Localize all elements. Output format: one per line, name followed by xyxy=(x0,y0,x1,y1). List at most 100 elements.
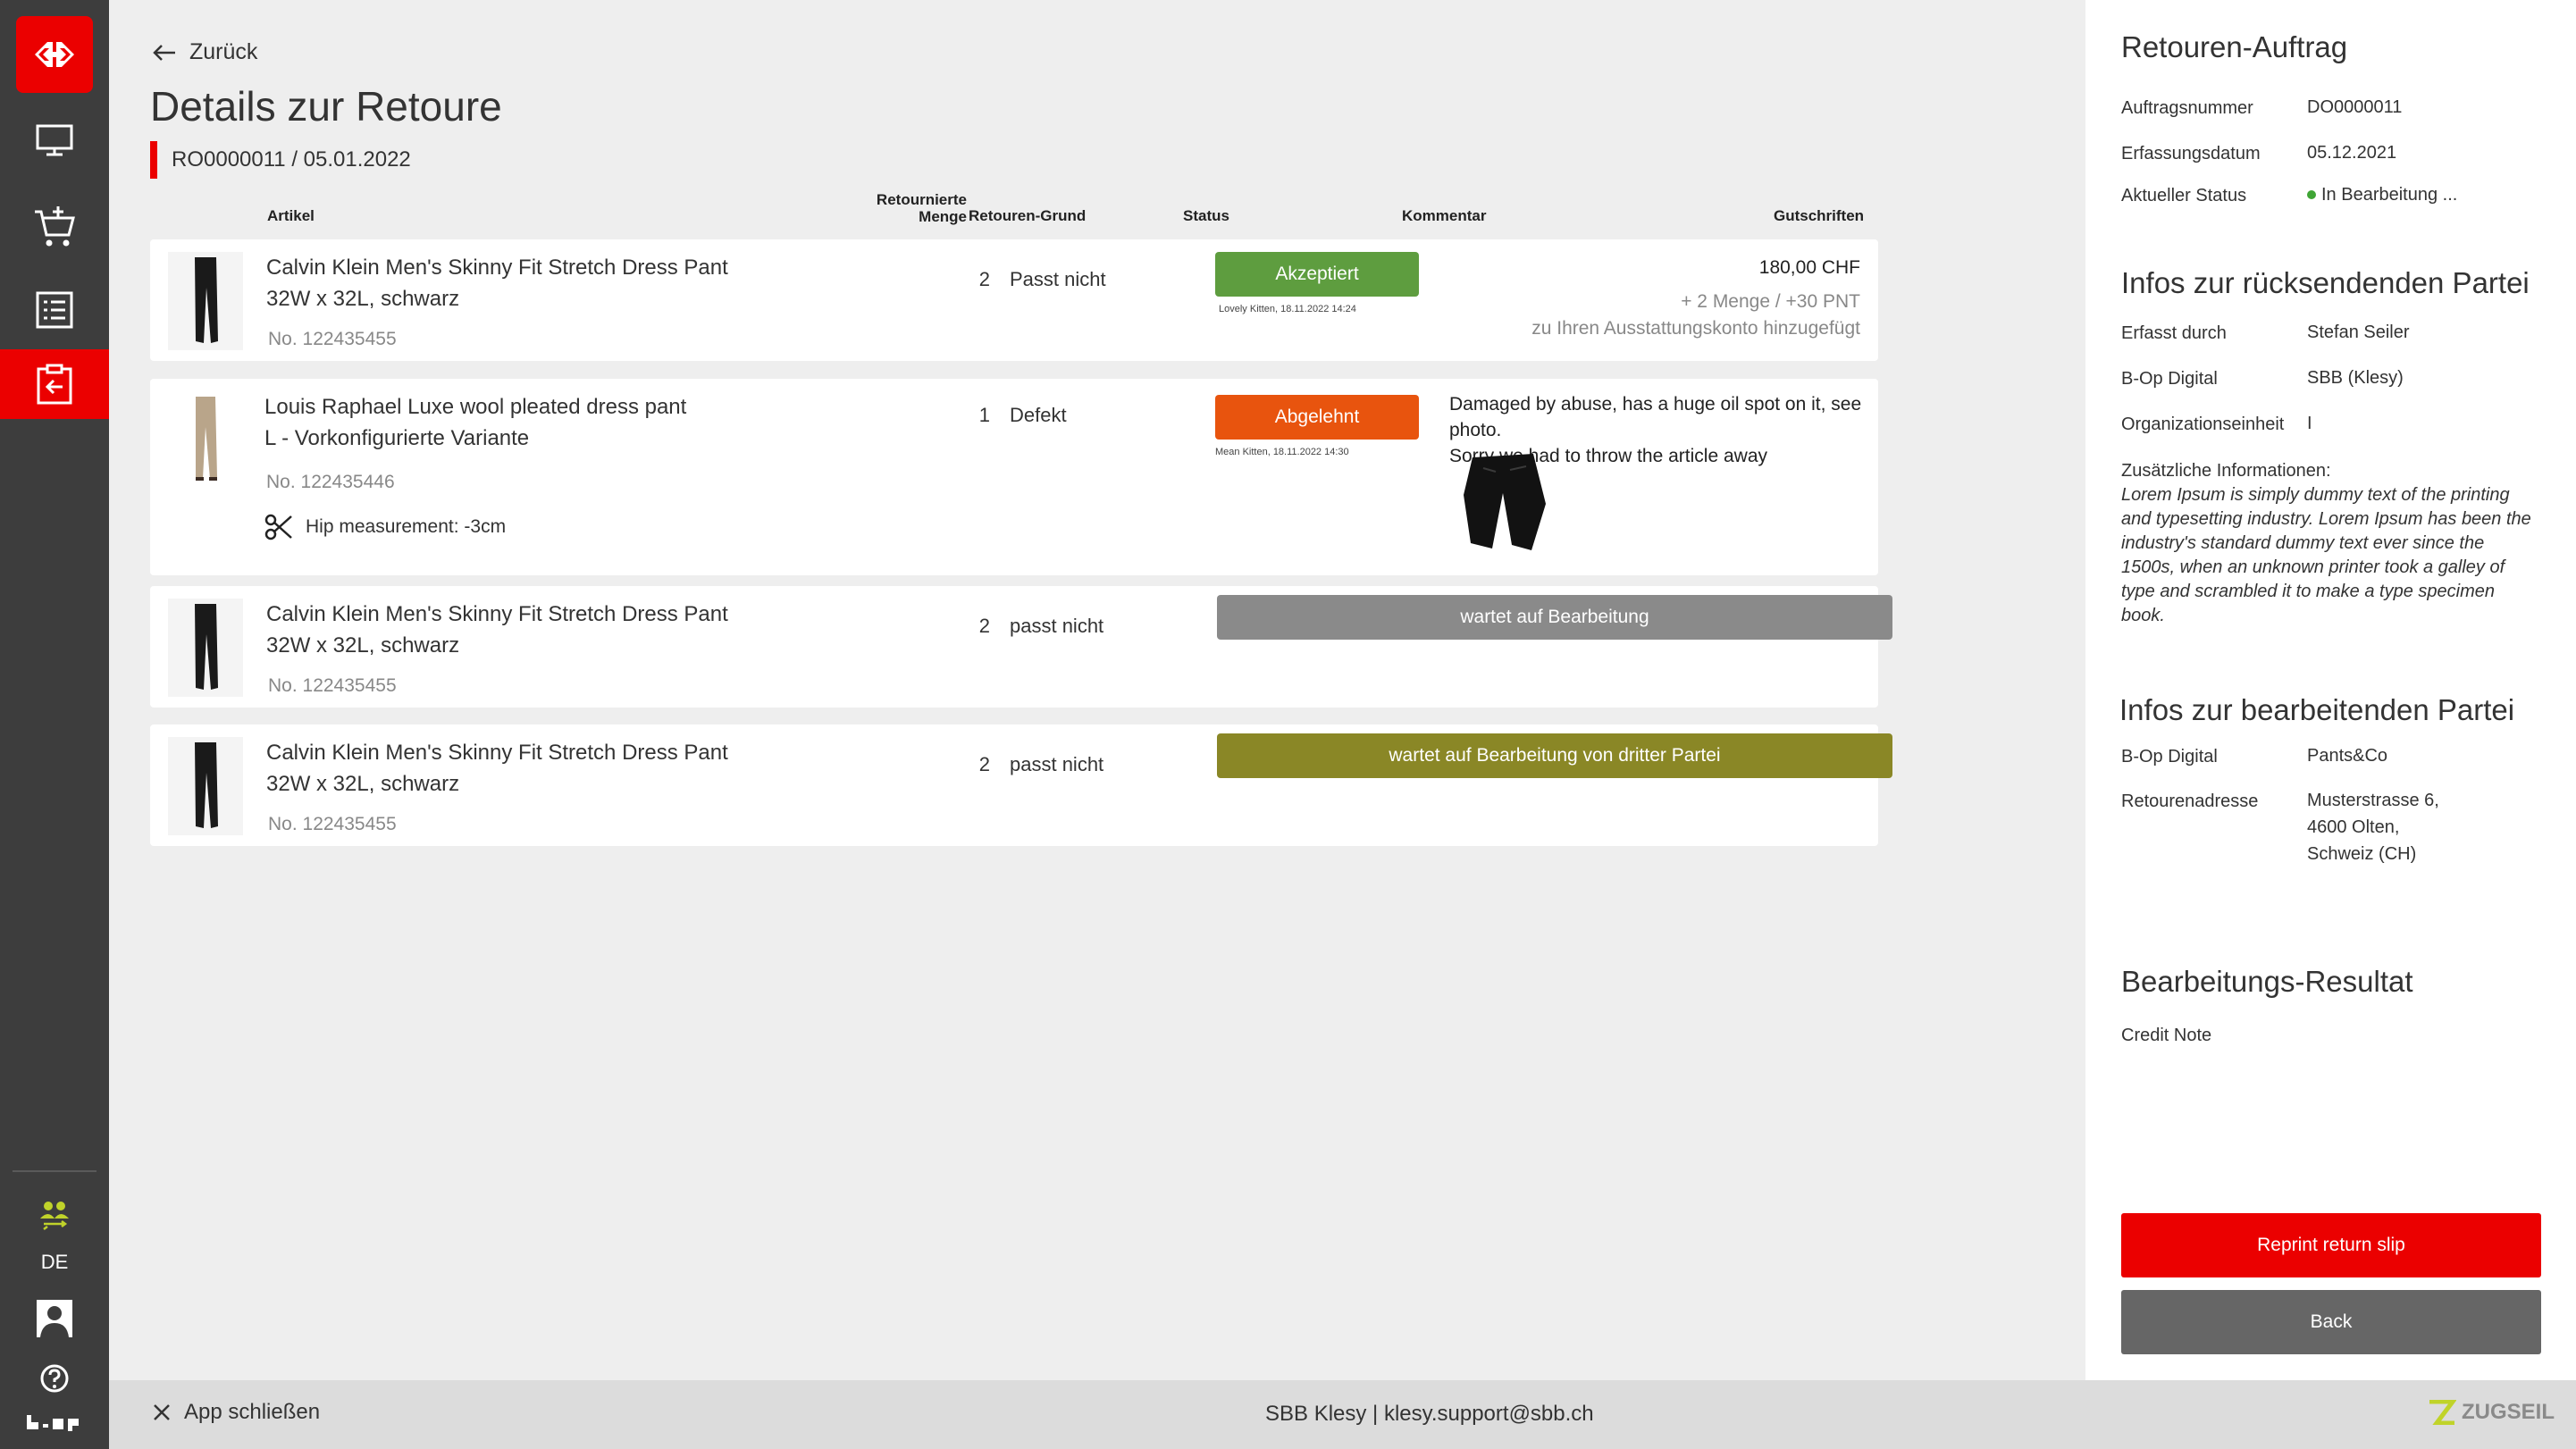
sbb-logo-icon xyxy=(35,42,74,67)
col-header-artikel: Artikel xyxy=(267,207,315,224)
bop-label: B-Op Digital xyxy=(2121,369,2218,389)
address-line: Schweiz (CH) xyxy=(2307,844,2417,864)
status-badge-rejected[interactable]: Abgelehnt xyxy=(1215,395,1419,440)
cart-plus-icon xyxy=(35,206,75,247)
sender-heading: Infos zur rücksendenden Partei xyxy=(2121,266,2530,299)
close-icon xyxy=(154,1404,170,1420)
status-meta: Lovely Kitten, 18.11.2022 14:24 xyxy=(1219,304,1356,314)
status-label: Aktueller Status xyxy=(2121,186,2247,205)
sidebar: DE xyxy=(0,0,109,1449)
table-row[interactable]: Calvin Klein Men's Skinny Fit Stretch Dr… xyxy=(150,239,1878,361)
table-row[interactable]: Calvin Klein Men's Skinny Fit Stretch Dr… xyxy=(150,724,1892,846)
address-line: 4600 Olten, xyxy=(2307,817,2400,837)
alteration-info: Hip measurement: -3cm xyxy=(264,513,506,541)
black-pants-image xyxy=(168,737,243,835)
current-status: In Bearbeitung ... xyxy=(2307,181,2457,208)
comment-photo[interactable] xyxy=(1456,450,1555,557)
return-reason: Defekt xyxy=(1010,404,1067,426)
footer: App schließen SBB Klesy | klesy.support@… xyxy=(109,1380,2576,1449)
org-value: I xyxy=(2307,414,2312,433)
help-icon xyxy=(40,1364,69,1393)
col-header-kommentar: Kommentar xyxy=(1402,207,1487,224)
brand-name: ZUGSEIL xyxy=(2461,1400,2555,1424)
team-switch-icon xyxy=(40,1202,69,1230)
sbb-logo[interactable] xyxy=(16,16,93,93)
proc-bop-value: Pants&Co xyxy=(2307,746,2388,766)
current-status-text: In Bearbeitung ... xyxy=(2321,185,2458,205)
return-reason: passt nicht xyxy=(1010,615,1104,637)
result-heading: Bearbeitungs-Resultat xyxy=(2121,965,2413,998)
col-header-menge-line1: Retournierte xyxy=(876,191,967,208)
order-number: DO0000011 xyxy=(2307,97,2403,117)
zugseil-logo: ZUGSEIL xyxy=(2428,1400,2555,1425)
col-header-menge-line2: Menge xyxy=(919,208,967,225)
nav-team-switch[interactable] xyxy=(0,1179,109,1251)
article-name: Calvin Klein Men's Skinny Fit Stretch Dr… xyxy=(266,602,728,626)
order-heading: Retouren-Auftrag xyxy=(2121,30,2348,63)
article-number: No. 122435455 xyxy=(268,329,397,349)
order-details-panel: Retouren-Auftrag Auftragsnummer DO000001… xyxy=(2085,0,2576,1380)
bop-value: SBB (Klesy) xyxy=(2307,368,2404,388)
created-label: Erfassungsdatum xyxy=(2121,144,2261,163)
article-number: No. 122435455 xyxy=(268,814,397,834)
processor-heading: Infos zur bearbeitenden Partei xyxy=(2119,693,2515,726)
nav-dashboard[interactable] xyxy=(0,105,109,175)
extra-info-label: Zusätzliche Informationen: xyxy=(2121,461,2331,481)
nav-add-to-cart[interactable] xyxy=(0,193,109,263)
close-app-button[interactable]: App schließen xyxy=(152,1400,320,1425)
nav-orders[interactable] xyxy=(0,275,109,345)
return-reason: Passt nicht xyxy=(1010,268,1106,290)
result-value: Credit Note xyxy=(2121,1026,2212,1045)
table-row[interactable]: Louis Raphael Luxe wool pleated dress pa… xyxy=(150,379,1878,575)
sidebar-divider xyxy=(13,1170,96,1172)
status-badge-waiting[interactable]: wartet auf Bearbeitung xyxy=(1217,595,1892,640)
list-icon xyxy=(36,291,73,329)
black-pants-image xyxy=(168,599,243,697)
reprint-return-slip-button[interactable]: Reprint return slip xyxy=(2121,1213,2541,1277)
col-header-gutschriften: Gutschriften xyxy=(1774,207,1865,224)
article-name: Calvin Klein Men's Skinny Fit Stretch Dr… xyxy=(266,255,728,280)
product-image xyxy=(168,252,243,350)
back-link[interactable]: Zurück xyxy=(152,39,257,65)
table-row[interactable]: Calvin Klein Men's Skinny Fit Stretch Dr… xyxy=(150,586,1892,708)
status-dot-icon xyxy=(2307,190,2316,199)
extra-info: Zusätzliche Informationen: Lorem Ipsum i… xyxy=(2121,459,2541,628)
language-selector[interactable]: DE xyxy=(0,1251,109,1274)
main-content: Zurück Details zur Retoure RO0000011 / 0… xyxy=(109,0,2085,1380)
bop-logo-icon xyxy=(27,1415,79,1431)
article-variant: 32W x 32L, schwarz xyxy=(266,287,460,311)
returned-qty: 2 xyxy=(978,268,990,290)
black-pants-image xyxy=(168,252,243,350)
proc-bop-label: B-Op Digital xyxy=(2121,747,2218,766)
product-image xyxy=(168,737,243,835)
article-title: Louis Raphael Luxe wool pleated dress pa… xyxy=(264,391,686,454)
return-id-date: RO0000011 / 05.01.2022 xyxy=(150,141,411,179)
return-reason: passt nicht xyxy=(1010,753,1104,775)
scissors-icon xyxy=(264,514,292,540)
col-header-menge: Retournierte Menge xyxy=(868,191,967,225)
return-clipboard-icon xyxy=(37,364,72,405)
status-badge-third-party[interactable]: wartet auf Bearbeitung von dritter Parte… xyxy=(1217,733,1892,778)
article-variant: 32W x 32L, schwarz xyxy=(266,772,460,796)
back-button[interactable]: Back xyxy=(2121,1290,2541,1354)
article-title: Calvin Klein Men's Skinny Fit Stretch Dr… xyxy=(266,599,728,661)
nav-help[interactable] xyxy=(0,1347,109,1410)
comment-line: Damaged by abuse, has a huge oil spot on… xyxy=(1449,394,1862,440)
return-address: Musterstrasse 6, 4600 Olten, Schweiz (CH… xyxy=(2307,787,2439,867)
user-avatar-icon xyxy=(37,1300,72,1337)
article-variant: 32W x 32L, schwarz xyxy=(266,633,460,657)
col-header-status: Status xyxy=(1183,207,1229,224)
back-link-label: Zurück xyxy=(189,39,258,64)
product-image xyxy=(168,599,243,697)
article-name: Calvin Klein Men's Skinny Fit Stretch Dr… xyxy=(266,741,728,765)
return-address-label: Retourenadresse xyxy=(2121,792,2259,811)
status-badge-accepted[interactable]: Akzeptiert xyxy=(1215,252,1419,297)
monitor-icon xyxy=(36,124,73,156)
product-image xyxy=(168,391,243,490)
credit-detail: + 2 Menge / +30 PNT xyxy=(1681,291,1860,312)
alteration-label: Hip measurement: -3cm xyxy=(306,516,507,537)
article-variant: L - Vorkonfigurierte Variante xyxy=(264,426,530,450)
nav-returns[interactable] xyxy=(0,349,109,419)
returned-qty: 2 xyxy=(978,615,990,637)
nav-profile[interactable] xyxy=(0,1283,109,1354)
